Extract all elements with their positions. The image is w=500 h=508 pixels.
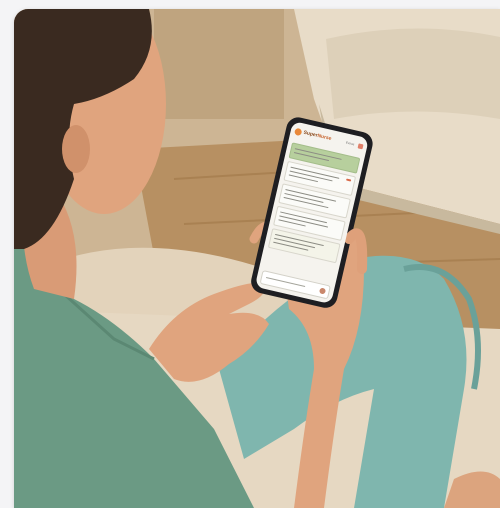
brand-suffix: Nurse bbox=[316, 132, 332, 142]
app-logo-icon bbox=[294, 127, 303, 136]
ear bbox=[62, 125, 90, 173]
header-action: Extras bbox=[345, 140, 355, 147]
app-brand: SuperNurse bbox=[303, 130, 332, 142]
photo-card: SuperNurse Extras bbox=[14, 9, 500, 508]
send-icon bbox=[318, 287, 327, 295]
photo-scene bbox=[14, 9, 500, 508]
wall-shadow bbox=[154, 9, 284, 119]
close-icon bbox=[357, 142, 364, 149]
armchair-cushion bbox=[326, 28, 500, 119]
